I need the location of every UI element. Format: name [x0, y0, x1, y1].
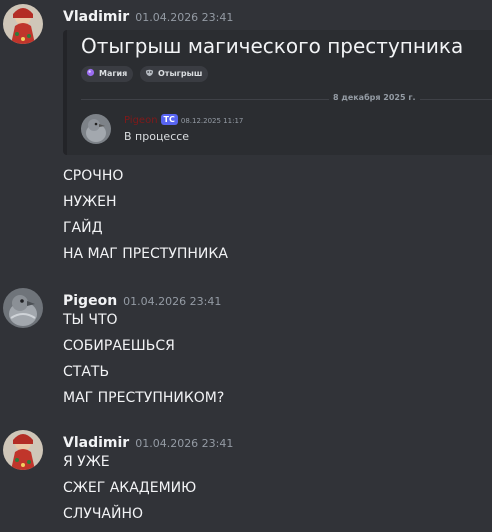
- message-header: Vladimir 01.04.2026 23:41: [63, 432, 233, 452]
- message-line: НА МАГ ПРЕСТУПНИКА: [63, 246, 228, 262]
- reply-avatar[interactable]: [81, 114, 111, 144]
- message-line: СОБИРАЕШЬСЯ: [63, 338, 175, 354]
- message-line: МАГ ПРЕСТУПНИКОМ?: [63, 390, 225, 406]
- author-name[interactable]: Vladimir: [63, 435, 129, 451]
- user-avatar[interactable]: [3, 4, 43, 44]
- message-line: СЛУЧАЙНО: [63, 506, 144, 522]
- message-group-vladimir-2: Vladimir 01.04.2026 23:41 Я УЖЕ СЖЕГ АКАД…: [0, 424, 492, 532]
- message-line: СТАТЬ: [63, 364, 110, 380]
- author-name[interactable]: Vladimir: [63, 9, 129, 25]
- tag-magic: Магия: [81, 66, 134, 82]
- message-group-vladimir-1: Vladimir 01.04.2026 23:41 Отыгрыш магичес…: [0, 0, 492, 270]
- message-line: СРОЧНО: [63, 168, 124, 184]
- user-avatar[interactable]: [3, 288, 43, 328]
- date-divider-label: 8 декабря 2025 г.: [329, 93, 420, 102]
- reply-author-name[interactable]: Pigeon: [124, 115, 158, 126]
- message-line: СЖЕГ АКАДЕМИЮ: [63, 480, 197, 496]
- reply-header: Pigeon ТС 08.12.2025 11:17: [124, 114, 243, 126]
- message-line: НУЖЕН: [63, 194, 117, 210]
- message-header: Pigeon 01.04.2026 23:41: [63, 290, 221, 310]
- author-name[interactable]: Pigeon: [63, 293, 117, 309]
- user-avatar[interactable]: [3, 430, 43, 470]
- date-divider: [81, 99, 492, 100]
- tag-roleplay: Отыгрыш: [140, 66, 209, 82]
- reply-timestamp: 08.12.2025 11:17: [180, 117, 244, 125]
- message-line: ТЫ ЧТО: [63, 312, 118, 328]
- message-line: ГАЙД: [63, 220, 103, 236]
- message-timestamp: 01.04.2026 23:41: [123, 295, 222, 308]
- message-timestamp: 01.04.2026 23:41: [135, 437, 234, 450]
- message-timestamp: 01.04.2026 23:41: [135, 11, 234, 24]
- reply-text: В процессе: [124, 130, 190, 143]
- mask-icon: [145, 66, 154, 82]
- message-line: Я УЖЕ: [63, 454, 110, 470]
- message-group-pigeon: Pigeon 01.04.2026 23:41 ТЫ ЧТО СОБИРАЕШЬС…: [0, 282, 492, 412]
- thread-title[interactable]: Отыгрыш магического преступника: [81, 34, 463, 58]
- message-header: Vladimir 01.04.2026 23:41: [63, 6, 233, 26]
- op-badge: ТС: [160, 114, 178, 125]
- thread-embed[interactable]: Отыгрыш магического преступника Магия От…: [63, 30, 492, 155]
- tag-label: Отыгрыш: [158, 69, 203, 78]
- magic-orb-icon: [86, 66, 95, 82]
- tag-label: Магия: [99, 69, 128, 78]
